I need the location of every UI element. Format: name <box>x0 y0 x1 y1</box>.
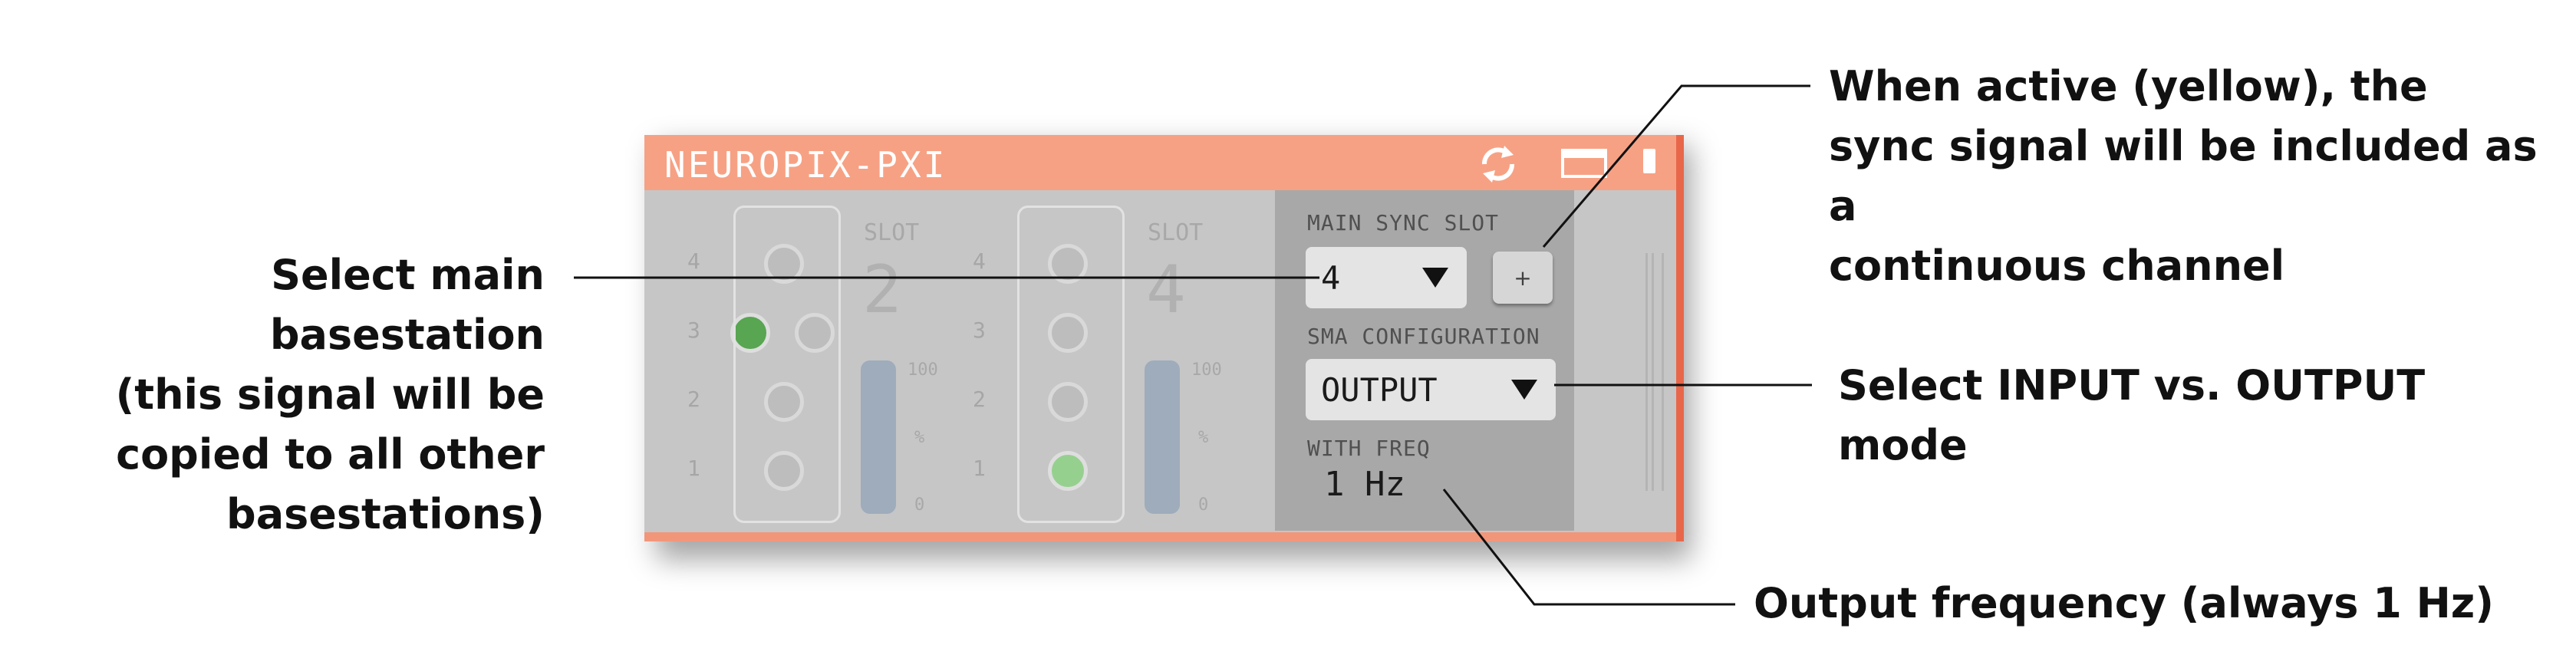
frequency-callout-line <box>1442 489 1735 606</box>
annotation-line: basestations) <box>226 490 545 538</box>
annotation-line: Select INPUT vs. OUTPUT <box>1838 361 2426 410</box>
annotation-line: copied to all other <box>116 430 545 479</box>
annotation-line: (this signal will be <box>115 370 545 419</box>
annotation-line: When active (yellow), the <box>1829 62 2428 110</box>
sync-active-annotation: When active (yellow), the sync signal wi… <box>1829 57 2565 296</box>
sync-active-callout-line <box>1542 84 1810 248</box>
annotation-line: continuous channel <box>1829 242 2285 290</box>
mode-annotation: Select INPUT vs. OUTPUT mode <box>1838 356 2528 475</box>
annotation-line: sync signal will be included as a <box>1829 122 2538 230</box>
annotation-line: mode <box>1838 421 1968 469</box>
annotation-line: Select main basestation <box>269 251 545 359</box>
basestation-annotation: Select main basestation (this signal wil… <box>0 245 545 545</box>
frequency-annotation: Output frequency (always 1 Hz) <box>1754 579 2494 627</box>
